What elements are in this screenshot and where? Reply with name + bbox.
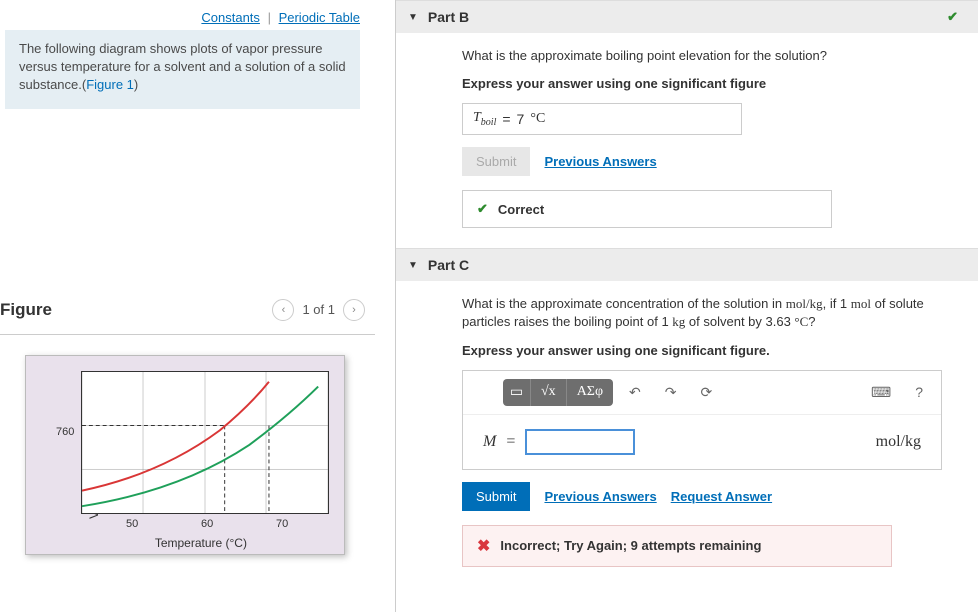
equals: = xyxy=(502,111,510,127)
solvent-curve xyxy=(82,381,269,490)
x-tick: 60 xyxy=(201,518,213,530)
part-c-instruction: Express your answer using one significan… xyxy=(462,342,960,360)
variable-M: M xyxy=(483,433,496,451)
part-c-previous-answers-link[interactable]: Previous Answers xyxy=(544,489,656,504)
part-c-answer-row: M = mol/kg xyxy=(463,415,941,469)
part-b-question: What is the approximate boiling point el… xyxy=(462,47,960,65)
figure-header: Figure ‹ 1 of 1 › xyxy=(0,299,375,326)
part-c-feedback: ✖ Incorrect; Try Again; 9 attempts remai… xyxy=(462,525,892,567)
x-icon: ✖ xyxy=(477,536,490,556)
intro-box: The following diagram shows plots of vap… xyxy=(5,30,360,109)
intro-text: The following diagram shows plots of vap… xyxy=(19,41,346,92)
help-icon[interactable]: ? xyxy=(907,380,931,404)
part-b-header[interactable]: ▼ Part B ✔ xyxy=(396,0,978,33)
prev-figure-button[interactable]: ‹ xyxy=(272,299,294,321)
plot-svg xyxy=(82,372,328,513)
part-b-instruction: Express your answer using one significan… xyxy=(462,75,960,93)
part-b-previous-answers-link[interactable]: Previous Answers xyxy=(544,154,656,169)
figure-link[interactable]: Figure 1 xyxy=(86,77,134,92)
undo-icon[interactable]: ↶ xyxy=(621,380,649,405)
part-c-question: What is the approximate concentration of… xyxy=(462,295,960,331)
separator: | xyxy=(268,10,271,25)
part-b-body: What is the approximate boiling point el… xyxy=(396,33,978,248)
check-icon: ✔ xyxy=(947,9,958,25)
part-b-title: Part B xyxy=(428,9,469,25)
solution-curve xyxy=(82,386,318,506)
part-c-title: Part C xyxy=(428,257,469,273)
figure-title: Figure xyxy=(0,300,52,320)
caret-down-icon: ▼ xyxy=(408,12,418,23)
part-c-body: What is the approximate concentration of… xyxy=(396,281,978,587)
greek-button[interactable]: ΑΣφ xyxy=(567,379,613,406)
part-b-unit: °C xyxy=(530,111,545,127)
intro-text-end: ) xyxy=(134,77,138,92)
answer-toolbar-box: ▭ √x ΑΣφ ↶ ↷ ⟳ ⌨ ? M = mol/kg xyxy=(462,370,942,470)
equals: = xyxy=(506,433,515,451)
figure-counter: 1 of 1 xyxy=(302,302,335,317)
part-c-header[interactable]: ▼ Part C xyxy=(396,248,978,281)
part-c-unit: mol/kg xyxy=(876,433,921,451)
part-c-submit-button[interactable]: Submit xyxy=(462,482,530,511)
feedback-text: Incorrect; Try Again; 9 attempts remaini… xyxy=(500,538,761,553)
part-b-answer-box: Tboil = 7 °C xyxy=(462,103,742,135)
caret-down-icon: ▼ xyxy=(408,260,418,271)
sqrt-button[interactable]: √x xyxy=(531,379,567,406)
y-tick: 760 xyxy=(56,426,74,438)
part-b-submit-button: Submit xyxy=(462,147,530,176)
feedback-text: Correct xyxy=(498,202,544,217)
redo-icon[interactable]: ↷ xyxy=(657,380,685,405)
next-figure-button[interactable]: › xyxy=(343,299,365,321)
periodic-table-link[interactable]: Periodic Table xyxy=(279,10,360,25)
top-links: Constants | Periodic Table xyxy=(0,0,375,30)
formula-toolbar: ▭ √x ΑΣφ ↶ ↷ ⟳ ⌨ ? xyxy=(463,371,941,415)
divider xyxy=(0,334,375,335)
template-button[interactable]: ▭ xyxy=(503,379,531,406)
part-b-value: 7 xyxy=(517,111,525,127)
request-answer-link[interactable]: Request Answer xyxy=(671,489,772,504)
plot-area xyxy=(81,371,329,514)
x-tick: 50 xyxy=(126,518,138,530)
part-b-feedback: ✔ Correct xyxy=(462,190,832,228)
variable-T: Tboil xyxy=(473,110,496,128)
constants-link[interactable]: Constants xyxy=(201,10,260,25)
part-c-answer-input[interactable] xyxy=(525,429,635,455)
reset-icon[interactable]: ⟳ xyxy=(693,380,721,405)
figure-nav: ‹ 1 of 1 › xyxy=(272,299,365,321)
keyboard-icon[interactable]: ⌨ xyxy=(863,380,899,405)
check-icon: ✔ xyxy=(477,201,488,217)
x-tick: 70 xyxy=(276,518,288,530)
vapor-pressure-plot: Vapor pressure (mmHg) Temperature (°C) 7… xyxy=(25,355,345,555)
x-axis-label: Temperature (°C) xyxy=(155,536,247,550)
